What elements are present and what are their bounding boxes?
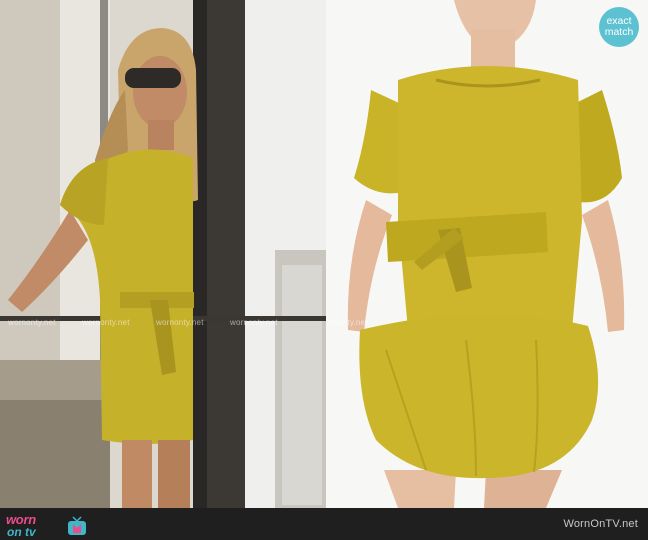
exact-match-badge: exact match — [599, 7, 639, 47]
badge-line2: match — [604, 26, 634, 38]
watermark-text: wornonty.net — [8, 318, 56, 327]
wornontv-logo: worn on tv — [6, 511, 86, 539]
watermark-text: wornonty.net — [326, 318, 368, 327]
watermark-text: wornonty.net — [156, 318, 204, 327]
footer-bar: worn on tv WornOnTV.net — [0, 508, 648, 540]
tv-icon — [68, 516, 86, 535]
logo-text-ontv: on tv — [7, 525, 36, 539]
product-photo: wornonty.net — [326, 0, 648, 508]
tv-scene-illustration — [0, 0, 326, 508]
site-caption: WornOnTV.net — [563, 518, 638, 530]
watermark-text: wornonty.net — [82, 318, 130, 327]
watermark-text: wornonty.net — [230, 318, 278, 327]
yellow-dress-illustration — [326, 0, 648, 508]
tv-scene-photo: wornonty.net wornonty.net wornonty.net w… — [0, 0, 326, 508]
